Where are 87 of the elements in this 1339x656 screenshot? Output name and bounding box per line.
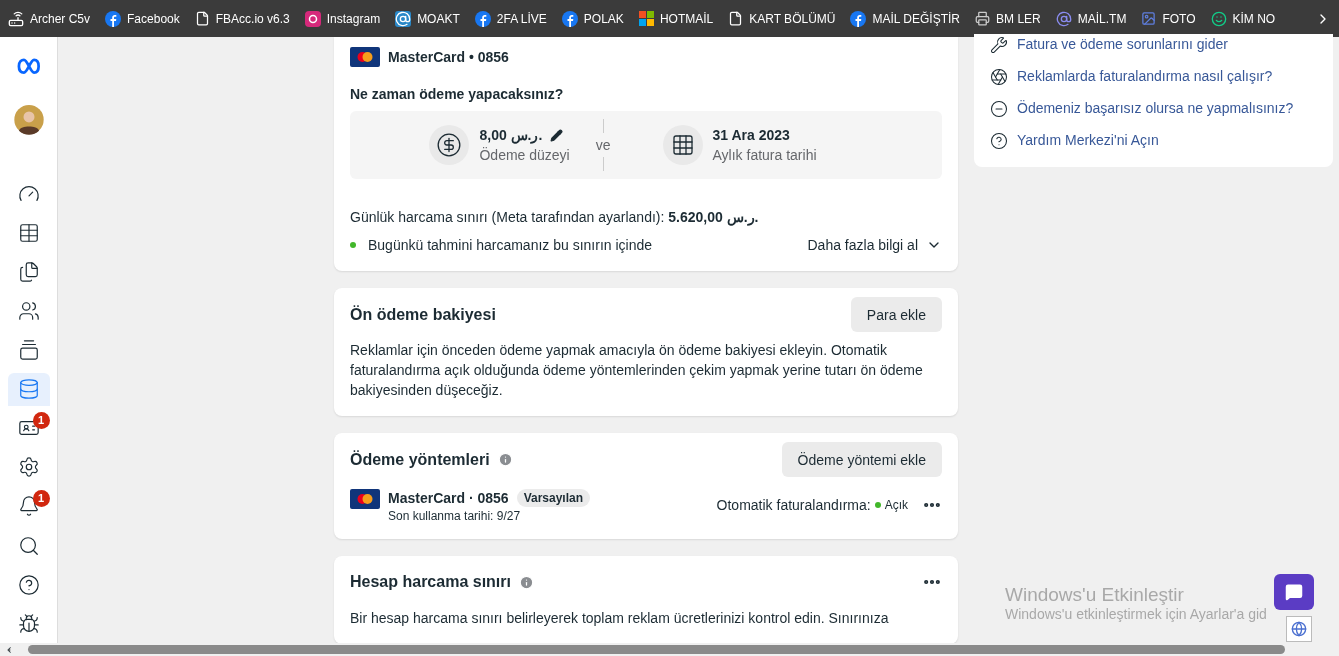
facebook-icon: [850, 10, 867, 27]
status-dot: [350, 242, 356, 248]
sidebar-item[interactable]: 1: [7, 489, 50, 523]
pages-icon: [17, 261, 40, 284]
help-link[interactable]: Fatura ve ödeme sorunlarını gider: [990, 34, 1317, 55]
bookmark-link[interactable]: Instagram: [304, 10, 381, 27]
help-link[interactable]: Ödemeniz başarısız olursa ne yapmalısınız?: [990, 98, 1317, 119]
bill-date-label: Aylık fatura tarihi: [712, 147, 817, 163]
bookmark-link[interactable]: MAİL.TM: [1055, 10, 1127, 27]
file-icon: [728, 11, 744, 26]
gallery-icon: [17, 339, 40, 362]
bookmark-link[interactable]: FBAcc.io v6.3: [194, 11, 290, 26]
activation-text: Windows'u etkinleştirmek için Ayarlar'a gid: [1005, 606, 1267, 622]
router-icon: [8, 10, 24, 27]
card-name: MasterCard • 0856: [388, 49, 509, 65]
section-title: Ödeme yöntemleri: [350, 450, 490, 469]
autopay-label: Otomatik faturalandırma:: [716, 496, 871, 515]
bookmark-link[interactable]: MOAKT: [395, 10, 460, 27]
joiner-text: ve: [595, 137, 611, 153]
more-info-link[interactable]: Daha fazla bilgi al: [807, 235, 918, 255]
expiry-text: Son kullanma tarihi: 9/27: [388, 509, 522, 523]
add-money-button[interactable]: Para ekle: [850, 297, 942, 332]
calendar-icon: [670, 133, 695, 157]
card-logo-icon: [350, 47, 380, 67]
bookmark-link[interactable]: Archer C5v: [8, 10, 91, 27]
minus-circle-icon: [990, 99, 1008, 118]
help-icon: [17, 573, 40, 596]
search-icon: [17, 534, 40, 557]
bookmark-link[interactable]: 2FA LİVE: [474, 10, 547, 27]
threshold-label: Ödeme düzeyi: [479, 147, 570, 163]
info-icon[interactable]: [518, 574, 534, 590]
bookmark-link[interactable]: POLAK: [561, 10, 624, 27]
at-icon: [395, 10, 412, 27]
sidebar-item[interactable]: 1: [7, 411, 50, 445]
globe-button[interactable]: [1286, 616, 1312, 642]
facebook-icon: [474, 10, 491, 27]
smiley-icon: [1210, 10, 1227, 27]
notification-badge: 1: [32, 489, 50, 507]
help-link[interactable]: Reklamlarda faturalandırma nasıl çalışır?: [990, 66, 1317, 87]
database-icon: [17, 378, 40, 401]
globe-icon: [1291, 621, 1307, 637]
image-icon: [1141, 11, 1157, 26]
edit-icon[interactable]: [550, 128, 564, 142]
card-logo-icon: [350, 489, 380, 509]
section-title: Ön ödeme bakiyesi: [350, 305, 496, 324]
avatar[interactable]: [12, 105, 45, 135]
card-name: MasterCard · 0856: [388, 490, 509, 506]
at-icon: [1055, 10, 1072, 27]
bookmark-link[interactable]: MAİL DEĞİŞTİR: [850, 10, 961, 27]
activation-title: Windows'u Etkinleştir: [1005, 584, 1185, 606]
info-icon[interactable]: [497, 452, 513, 467]
section-question: Ne zaman ödeme yapacaksınız?: [350, 86, 564, 102]
aperture-icon: [990, 67, 1008, 86]
notifications-icon: [17, 495, 40, 518]
file-icon: [194, 11, 210, 26]
camera-icon: [304, 10, 321, 27]
table-icon: [17, 222, 40, 245]
help-link[interactable]: Yardım Merkezi'ni Açın: [990, 130, 1317, 151]
threshold-amount: 8,00 ر.س.: [479, 127, 543, 143]
bug-icon: [17, 612, 40, 635]
scroll-left-icon[interactable]: [4, 644, 14, 655]
bill-date: 31 Ara 2023: [712, 127, 791, 143]
notification-badge: 1: [32, 411, 50, 429]
wrench-icon: [990, 35, 1008, 54]
bookmark-link[interactable]: Facebook: [105, 10, 180, 27]
autopay-status: Açık: [884, 498, 908, 512]
help-icon: [990, 131, 1008, 150]
status-text: Bugünkü tahmini harcamanız bu sınırın içinde: [368, 236, 653, 255]
facebook-icon: [105, 10, 122, 27]
default-badge: Varsayılan: [516, 489, 590, 507]
prepaid-description: Reklamlar için önceden ödeme yapmak amacıyla ön ödeme bakiyesi ekleyin. Otomatik faturalandırma açık olduğunda ödeme yöntemlerinden çekim yapmak yerine tutarı ön ödeme bakiyesinden düşeceğiz.: [350, 342, 923, 398]
settings-icon: [17, 456, 40, 479]
bookmark-link[interactable]: BM LER: [975, 11, 1041, 26]
bookmark-link[interactable]: HOTMAİL: [638, 11, 714, 26]
bookmark-link[interactable]: FOTO: [1141, 11, 1196, 26]
bookmark-link[interactable]: KART BÖLÜMÜ: [728, 11, 836, 26]
windows-icon: [638, 11, 654, 26]
facebook-icon: [561, 10, 578, 27]
spending-limit-description: Bir hesap harcama sınırı belirleyerek toplam reklam ücretlerinizi kontrol edin. Sınırınıza: [350, 610, 889, 626]
add-payment-method-button[interactable]: Ödeme yöntemi ekle: [781, 442, 942, 477]
section-title: Hesap harcama sınırı: [350, 573, 511, 591]
dollar-icon: [436, 132, 463, 158]
bookmark-link[interactable]: KİM NO: [1210, 10, 1276, 27]
people-icon: [17, 300, 40, 323]
printer-icon: [975, 11, 991, 26]
chat-icon: [1285, 583, 1303, 601]
chat-button[interactable]: [1274, 574, 1314, 610]
